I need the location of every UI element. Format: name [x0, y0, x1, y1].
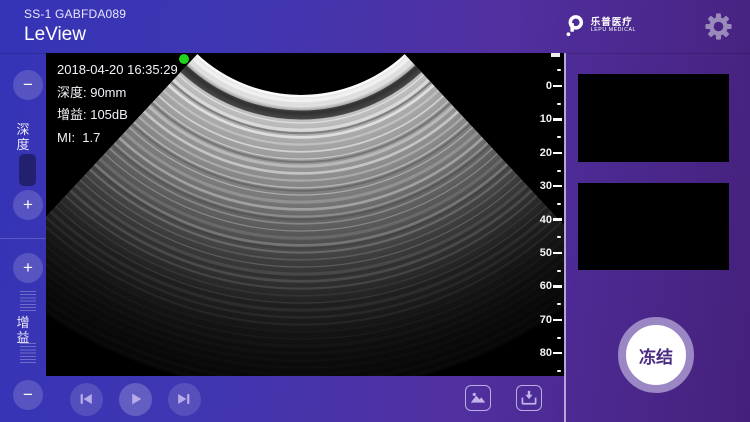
depth-value-text: 深度: 90mm: [57, 84, 127, 100]
gain-ticks-lower: [20, 343, 36, 365]
leview-app: SS-1 GABFDA089 LeView 乐普医疗 LEPU MEDICAL: [0, 0, 750, 422]
ruler-major-tick: [553, 185, 562, 188]
thumbnail-slot-1[interactable]: [578, 74, 729, 162]
plus-icon: +: [23, 258, 33, 277]
ruler-label: 20: [539, 146, 552, 159]
mi-value-text: MI: 1.7: [57, 129, 101, 145]
ruler-major-tick: [553, 318, 562, 321]
ruler-label: 70: [539, 313, 552, 326]
play-icon: [132, 393, 142, 405]
ruler-major-tick: [553, 151, 562, 154]
thumbnail-slot-2[interactable]: [578, 183, 729, 270]
ruler-major-tick: [553, 285, 562, 288]
plus-icon: +: [23, 195, 33, 214]
ruler-minor-tick: [556, 136, 561, 139]
minus-icon: −: [23, 385, 33, 404]
gain-minus-button[interactable]: −: [13, 380, 43, 410]
page-title: LeView: [24, 24, 86, 45]
save-icon: [521, 390, 537, 405]
save-button[interactable]: [516, 385, 542, 411]
lepu-logo-icon: [566, 15, 583, 37]
depth-ruler: 0 10 20 30 40 50 60 70 80: [504, 53, 564, 376]
playback-bar: [46, 376, 564, 422]
ruler-minor-tick: [556, 336, 561, 339]
ruler-minor-tick: [556, 303, 561, 306]
ruler-major-tick: [553, 84, 562, 88]
skip-end-button[interactable]: [167, 382, 201, 416]
timestamp-text: 2018-04-20 16:35:29: [57, 62, 178, 77]
minus-icon: −: [23, 75, 33, 94]
freeze-button[interactable]: 冻结: [618, 317, 694, 393]
brand-name-en: LEPU MEDICAL: [590, 26, 636, 33]
top-bar: SS-1 GABFDA089 LeView 乐普医疗 LEPU MEDICAL: [0, 0, 750, 54]
ruler-minor-tick: [556, 102, 561, 105]
sidebar-divider: [0, 238, 46, 239]
freeze-button-label: 冻结: [639, 347, 673, 367]
gear-icon: [705, 13, 732, 40]
ruler-major-tick: [553, 251, 562, 255]
depth-minus-button[interactable]: −: [13, 70, 43, 100]
play-button[interactable]: [118, 382, 152, 416]
ruler-label: 40: [539, 213, 552, 226]
left-control-panel: − 深度 + + 增益 −: [0, 53, 46, 422]
ruler-major-tick: [553, 352, 562, 355]
ruler-major-tick: [553, 118, 562, 121]
ruler-label: 60: [539, 280, 552, 293]
brand-logo: 乐普医疗 LEPU MEDICAL: [564, 12, 636, 39]
brand-text: 乐普医疗 LEPU MEDICAL: [590, 17, 636, 33]
gain-ticks-upper: [20, 291, 36, 313]
ruler-minor-tick: [556, 236, 561, 239]
settings-button[interactable]: [705, 13, 732, 40]
device-id: SS-1 GABFDA089: [24, 7, 127, 21]
ruler-label: 80: [539, 347, 552, 360]
ruler-minor-tick: [556, 69, 561, 72]
skip-start-icon: [80, 394, 92, 404]
gallery-button[interactable]: [465, 385, 491, 411]
ruler-minor-tick: [556, 269, 561, 272]
ruler-minor-tick: [556, 369, 561, 373]
gain-value-text: 增益: 105dB: [57, 107, 128, 122]
skip-end-icon: [178, 394, 190, 404]
gain-label: 增益: [16, 315, 30, 345]
depth-label: 深度: [16, 122, 30, 152]
ruler-label: 50: [539, 247, 552, 259]
probe-orientation-marker: [179, 54, 189, 64]
depth-slider-indicator[interactable]: [19, 154, 36, 186]
ruler-minor-tick: [556, 202, 561, 206]
depth-plus-button[interactable]: +: [13, 190, 43, 220]
image-info-overlay: 2018-04-20 16:35:29 深度: 90mm 增益: 105dB M…: [57, 59, 178, 149]
skip-start-button[interactable]: [69, 382, 103, 416]
ruler-label: 30: [539, 180, 552, 193]
gain-plus-button[interactable]: +: [13, 253, 43, 283]
gallery-icon: [470, 392, 486, 403]
ruler-label: 10: [539, 113, 552, 126]
ruler-label: 0: [545, 80, 552, 92]
ruler-major-tick: [553, 218, 562, 221]
right-panel: 冻结: [566, 53, 750, 422]
ruler-minor-tick: [556, 169, 561, 172]
ultrasound-image-canvas[interactable]: 2018-04-20 16:35:29 深度: 90mm 增益: 105dB M…: [46, 53, 564, 376]
